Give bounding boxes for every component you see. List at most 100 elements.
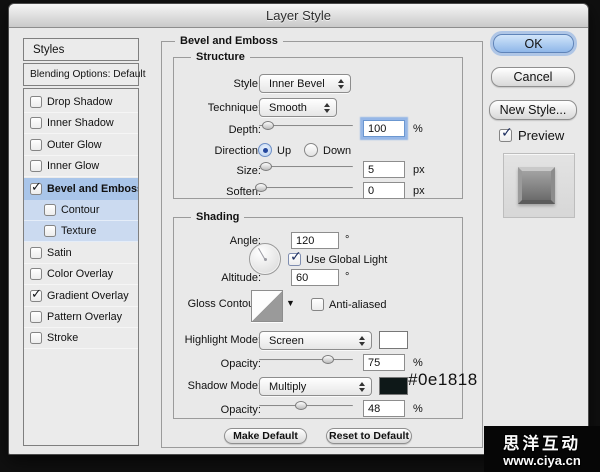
shadow-color-swatch[interactable] [379, 377, 408, 395]
shadow-opacity-label: Opacity: [167, 404, 261, 416]
soften-slider[interactable] [259, 183, 353, 193]
highlight-mode-dropdown[interactable]: Screen [259, 331, 372, 350]
sidebar-item-drop-shadow[interactable]: Drop Shadow [24, 92, 138, 113]
field-value: 0 [368, 185, 374, 197]
field-value: 48 [368, 403, 380, 415]
sidebar-item-texture[interactable]: Texture [24, 221, 138, 242]
sidebar-item-blending-options[interactable]: Blending Options: Default [23, 63, 139, 86]
highlight-color-swatch[interactable] [379, 331, 408, 349]
anti-aliased-checkbox[interactable] [311, 298, 324, 311]
shadow-opacity-slider[interactable] [259, 401, 353, 411]
blending-options-label: Blending Options: Default [30, 69, 146, 80]
make-default-button[interactable]: Make Default [224, 428, 307, 444]
checkbox-icon[interactable] [44, 204, 56, 216]
dropdown-value: Screen [260, 335, 304, 347]
watermark-line1: 思洋互动 [503, 430, 581, 454]
shadow-hex-annotation: #0e1818 [408, 370, 478, 390]
sidebar-item-color-overlay[interactable]: Color Overlay [24, 264, 138, 285]
field-value: 5 [368, 164, 374, 176]
button-label: New Style... [500, 103, 567, 117]
angle-field[interactable]: 120 [291, 232, 339, 249]
shadow-opacity-field[interactable]: 48 [363, 400, 405, 417]
styles-list: Drop Shadow Inner Shadow Outer Glow Inne… [23, 88, 139, 446]
sidebar-item-bevel-and-emboss[interactable]: ✓ Bevel and Emboss [24, 178, 138, 200]
slider-track [259, 166, 353, 168]
screen-background: Layer Style Styles Blending Options: Def… [0, 0, 600, 472]
sidebar-item-satin[interactable]: Satin [24, 243, 138, 264]
check-mark-icon: ✓ [31, 179, 42, 195]
highlight-opacity-label: Opacity: [167, 358, 261, 370]
depth-field[interactable]: 100 [363, 120, 405, 137]
size-slider[interactable] [259, 162, 353, 172]
highlight-opacity-slider[interactable] [259, 355, 353, 365]
slider-thumb[interactable] [262, 121, 274, 130]
styles-header: Styles [23, 38, 139, 61]
field-value: 75 [368, 357, 380, 369]
sidebar-item-gradient-overlay[interactable]: ✓ Gradient Overlay [24, 286, 138, 307]
chevron-up-down-icon [338, 79, 344, 89]
check-mark-icon: ✓ [290, 248, 302, 265]
altitude-field[interactable]: 60 [291, 269, 339, 286]
sidebar-item-outer-glow[interactable]: Outer Glow [24, 135, 138, 156]
dropdown-value: Multiply [260, 381, 306, 393]
preview-label: Preview [518, 128, 564, 143]
style-label: Style: [167, 78, 261, 90]
sidebar-item-stroke[interactable]: Stroke [24, 328, 138, 349]
checkbox-icon[interactable]: ✓ [30, 290, 42, 302]
new-style-button[interactable]: New Style... [489, 100, 577, 120]
checkbox-icon[interactable] [30, 96, 42, 108]
style-dropdown[interactable]: Inner Bevel [259, 74, 351, 93]
button-label: Make Default [233, 430, 298, 442]
slider-thumb[interactable] [322, 355, 334, 364]
checkbox-icon[interactable] [30, 268, 42, 280]
sidebar-item-contour[interactable]: Contour [24, 200, 138, 221]
dialog-titlebar[interactable]: Layer Style [9, 4, 588, 28]
gloss-contour-thumbnail[interactable] [251, 290, 283, 322]
styles-header-label: Styles [33, 44, 64, 56]
checkbox-icon[interactable] [30, 160, 42, 172]
check-mark-icon: ✓ [501, 124, 513, 141]
checkbox-icon[interactable]: ✓ [30, 183, 42, 195]
button-label: Cancel [514, 70, 553, 84]
checkbox-icon[interactable] [44, 225, 56, 237]
dial-center-dot [264, 258, 267, 261]
depth-unit: % [413, 123, 423, 135]
cancel-button[interactable]: Cancel [491, 67, 575, 87]
checkbox-icon[interactable] [30, 311, 42, 323]
contour-picker-arrow-icon[interactable]: ▼ [286, 298, 295, 308]
direction-down-radio[interactable] [304, 143, 318, 157]
size-label: Size: [167, 165, 261, 177]
depth-slider[interactable] [259, 121, 353, 131]
highlight-opacity-unit: % [413, 357, 423, 369]
ok-button[interactable]: OK [493, 34, 574, 53]
soften-field[interactable]: 0 [363, 182, 405, 199]
sidebar-item-inner-glow[interactable]: Inner Glow [24, 156, 138, 177]
sidebar-item-label: Inner Shadow [47, 117, 114, 129]
checkbox-icon[interactable] [30, 139, 42, 151]
use-global-light-checkbox[interactable]: ✓ [288, 253, 301, 266]
watermark-line2: www.ciya.cn [503, 453, 581, 468]
dialog-title: Layer Style [266, 8, 331, 23]
angle-dial[interactable] [249, 243, 281, 275]
sidebar-item-label: Stroke [47, 332, 78, 344]
highlight-opacity-field[interactable]: 75 [363, 354, 405, 371]
angle-unit: ° [345, 234, 349, 246]
field-value: 100 [368, 123, 386, 135]
direction-up-radio[interactable] [258, 143, 272, 157]
technique-dropdown[interactable]: Smooth [259, 98, 337, 117]
sidebar-item-label: Bevel and Emboss [47, 183, 139, 195]
checkbox-icon[interactable] [30, 117, 42, 129]
slider-thumb[interactable] [255, 183, 267, 192]
slider-thumb[interactable] [295, 401, 307, 410]
preview-checkbox[interactable]: ✓ [499, 129, 512, 142]
shadow-mode-dropdown[interactable]: Multiply [259, 377, 372, 396]
reset-to-default-button[interactable]: Reset to Default [326, 428, 412, 444]
sidebar-item-pattern-overlay[interactable]: Pattern Overlay [24, 307, 138, 328]
preview-thumbnail [503, 153, 575, 218]
slider-thumb[interactable] [260, 162, 272, 171]
size-field[interactable]: 5 [363, 161, 405, 178]
checkbox-icon[interactable] [30, 332, 42, 344]
watermark: 思洋互动 www.ciya.cn [484, 426, 600, 472]
checkbox-icon[interactable] [30, 247, 42, 259]
sidebar-item-inner-shadow[interactable]: Inner Shadow [24, 113, 138, 134]
